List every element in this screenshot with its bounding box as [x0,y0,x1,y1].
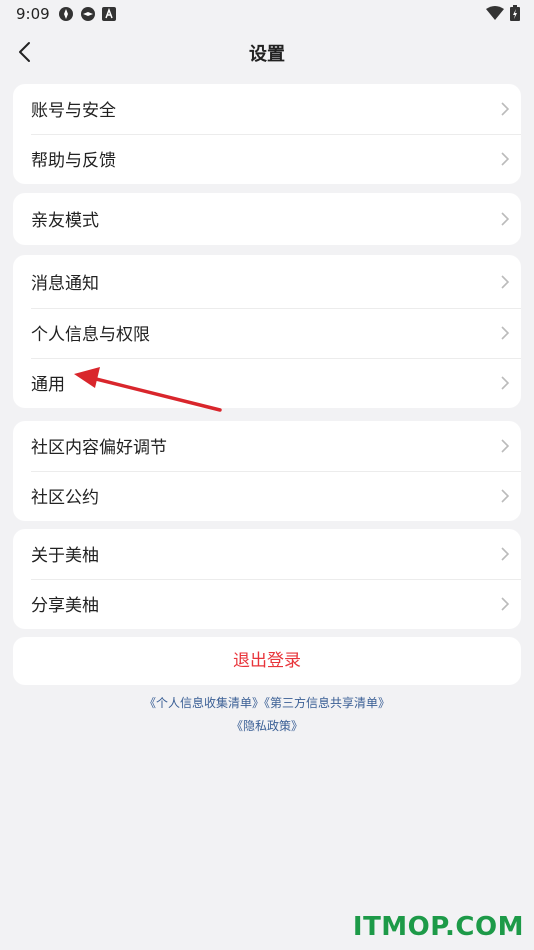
row-family-mode[interactable]: 亲友模式 [13,193,521,245]
chevron-right-icon [501,376,510,390]
row-community-preferences[interactable]: 社区内容偏好调节 [13,421,521,471]
privacy-policy-link[interactable]: 《隐私政策》 [231,719,303,733]
status-time: 9:09 [16,5,50,23]
row-label: 个人信息与权限 [31,325,150,345]
row-label: 社区公约 [31,488,99,508]
app-notification-icon [59,7,73,21]
watermark: ITMOP.COM [352,912,524,942]
app-notification-icon [81,7,95,21]
row-about-app[interactable]: 关于美柚 [13,529,521,579]
settings-group-about: 关于美柚 分享美柚 [13,529,521,629]
status-bar: 9:09 [0,0,534,28]
row-personal-info-permissions[interactable]: 个人信息与权限 [13,308,521,358]
row-general[interactable]: 通用 [13,358,521,408]
chevron-right-icon [501,102,510,116]
page-title: 设置 [249,44,285,65]
row-help-feedback[interactable]: 帮助与反馈 [13,134,521,184]
row-message-notifications[interactable]: 消息通知 [13,255,521,308]
status-system-icons [486,5,520,21]
row-label: 社区内容偏好调节 [31,438,167,458]
row-account-security[interactable]: 账号与安全 [13,84,521,134]
settings-group-account: 账号与安全 帮助与反馈 [13,84,521,184]
chevron-right-icon [501,326,510,340]
personal-info-list-link[interactable]: 《个人信息收集清单》 [144,696,264,710]
nav-bar: 设置 [0,28,534,74]
row-label: 消息通知 [31,274,99,294]
chevron-right-icon [501,439,510,453]
chevron-right-icon [501,212,510,226]
row-label: 帮助与反馈 [31,151,116,171]
row-label: 关于美柚 [31,546,99,566]
font-a-icon [102,7,116,21]
chevron-right-icon [501,597,510,611]
row-label: 亲友模式 [31,211,99,231]
chevron-right-icon [501,547,510,561]
row-label: 分享美柚 [31,596,99,616]
row-label: 账号与安全 [31,101,116,121]
row-community-guidelines[interactable]: 社区公约 [13,471,521,521]
settings-group-family: 亲友模式 [13,193,521,245]
row-label: 通用 [31,375,65,395]
settings-group-notifications: 消息通知 个人信息与权限 通用 [13,255,521,408]
chevron-right-icon [501,275,510,289]
wifi-icon [486,6,504,20]
chevron-right-icon [501,489,510,503]
row-share-app[interactable]: 分享美柚 [13,579,521,629]
third-party-share-list-link[interactable]: 《第三方信息共享清单》 [264,696,390,710]
chevron-right-icon [501,152,510,166]
status-notification-icons [58,6,116,22]
privacy-links-row: 《隐私政策》 [0,717,534,734]
policy-links-row: 《个人信息收集清单》《第三方信息共享清单》 [0,694,534,711]
logout-button[interactable]: 退出登录 [13,637,521,685]
battery-icon [510,5,520,21]
settings-group-community: 社区内容偏好调节 社区公约 [13,421,521,521]
